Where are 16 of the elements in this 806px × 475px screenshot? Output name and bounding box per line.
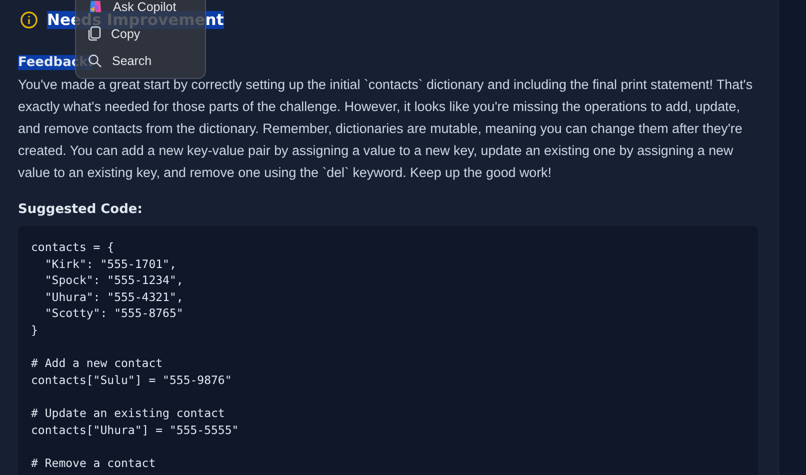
info-icon [20,11,38,29]
code-line: "Uhura": "555-4321", [44,288,184,306]
code-line: # Update an existing contact [31,404,226,422]
copy-icon [88,26,101,41]
colorful-logo-icon [88,0,103,14]
code-line: } [31,322,39,339]
code-line: "Spock": "555-1234", [44,272,184,289]
code-line: # Add a new contact [31,355,164,372]
code-line: contacts["Uhura"] = "555-5555" [31,422,240,438]
code-line: "Kirk": "555-1701", [44,256,178,272]
code-line: contacts = { [31,239,116,256]
code-line: "Scotty": "555-8765" [44,305,184,322]
code-line: contacts["Sulu"] = "555-9876" [31,372,233,388]
section-heading: Suggested Code: [18,202,144,217]
code-line: # Remove a contact [31,454,157,472]
feedback-text: You've made a great start by correctly setting up the initial `contacts` dictionary and including the final print statement! That's exactly what's needed for those parts of the challenge. However, it looks like you're missing the operations to add, update, and remove contacts from the dictionary. Remember, dictionaries are mutable, meaning you can change them after they're created. You can add a new key-value pair by assigning a value to a new key, update an existing one by assigning a new value to an existing key, and remove one using the `del` keyword. Keep up the good work! [18,76,754,182]
